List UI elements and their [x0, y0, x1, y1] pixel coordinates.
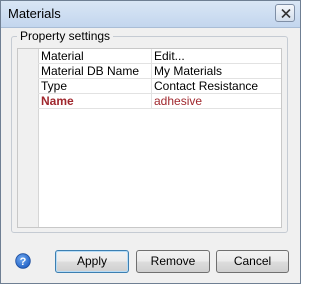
apply-button[interactable]: Apply — [55, 250, 129, 273]
cancel-button[interactable]: Cancel — [216, 250, 289, 273]
remove-button[interactable]: Remove — [136, 250, 210, 273]
column-divider — [151, 49, 152, 64]
property-row-type[interactable]: Type Contact Resistance — [38, 79, 281, 94]
property-settings-label: Property settings — [17, 29, 114, 43]
close-icon — [281, 9, 291, 18]
title-bar: Materials — [1, 1, 300, 28]
property-name: Type — [41, 79, 68, 93]
property-row-name[interactable]: Name adhesive — [38, 94, 281, 109]
property-grid: Material Edit... Material DB Name My Mat… — [17, 48, 282, 228]
property-name: Material — [41, 49, 84, 63]
help-icon[interactable]: ? — [15, 253, 31, 269]
property-grid-gutter — [18, 49, 39, 227]
property-row-material[interactable]: Material Edit... — [38, 49, 281, 64]
svg-text:?: ? — [20, 256, 27, 268]
property-name: Material DB Name — [41, 64, 140, 78]
property-value[interactable]: Contact Resistance — [154, 79, 258, 94]
property-value[interactable]: My Materials — [154, 64, 222, 79]
window-title: Materials — [8, 6, 61, 21]
column-divider — [151, 79, 152, 94]
close-button[interactable] — [275, 4, 295, 22]
property-value[interactable]: adhesive — [154, 94, 202, 109]
property-value[interactable]: Edit... — [154, 49, 185, 64]
column-divider — [151, 94, 152, 109]
property-name: Name — [41, 94, 74, 108]
property-row-material-db-name[interactable]: Material DB Name My Materials — [38, 64, 281, 79]
column-divider — [151, 64, 152, 79]
